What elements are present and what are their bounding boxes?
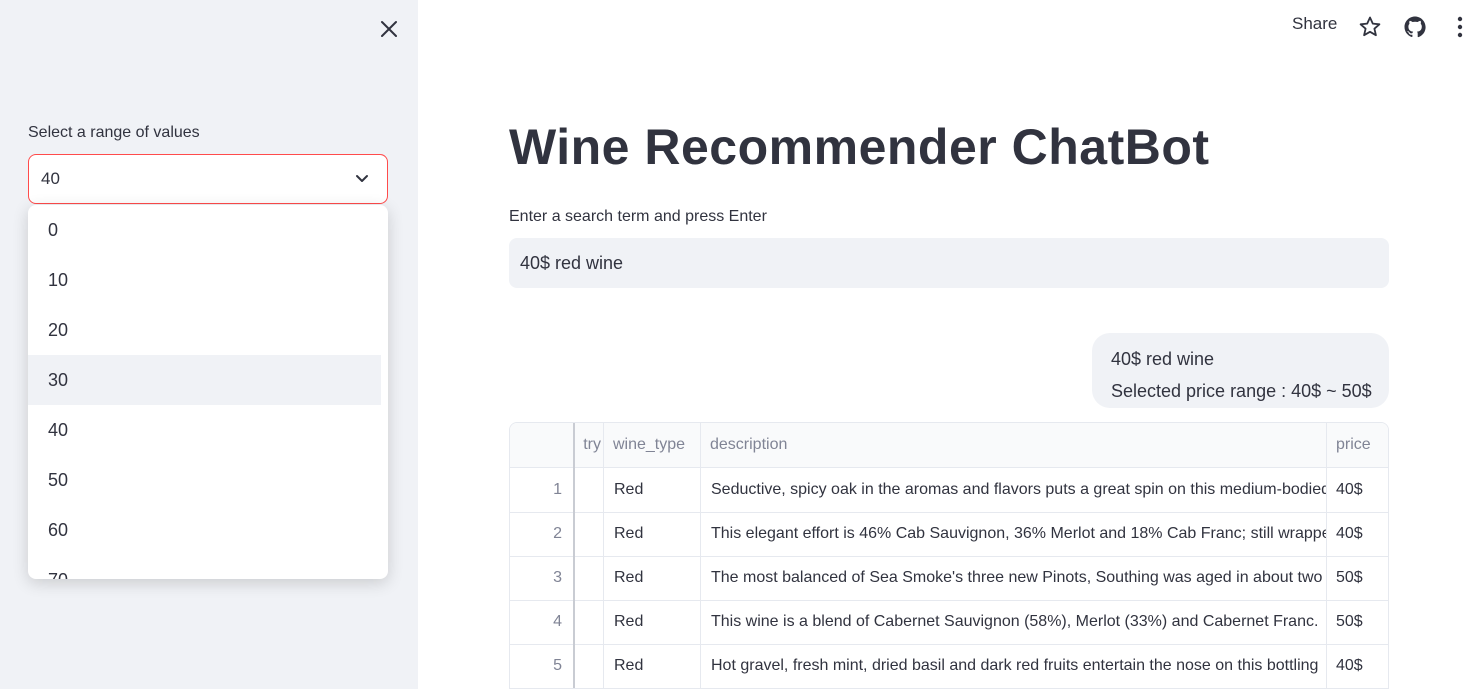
table-cell[interactable]: Red [604,600,701,644]
table-cell[interactable]: Seductive, spicy oak in the aromas and f… [701,468,1327,512]
github-icon[interactable] [1403,15,1427,39]
table-cell[interactable]: 40$ [1327,468,1388,512]
table-cell[interactable]: Red [604,644,701,688]
column-header[interactable]: wine_type [604,423,701,467]
column-header[interactable]: description [701,423,1327,467]
row-index: 5 [510,644,575,688]
table-cell[interactable] [575,468,604,512]
frozen-column-divider [573,423,575,688]
dropdown-option[interactable]: 0 [28,205,381,255]
close-icon [381,21,397,37]
sidebar: Select a range of values 40 0 10 20 30 4… [0,0,418,689]
row-index: 2 [510,512,575,556]
range-select-value: 40 [41,169,60,188]
row-index: 1 [510,468,575,512]
index-header [510,423,575,467]
table-cell[interactable]: The most balanced of Sea Smoke's three n… [701,556,1327,600]
share-button[interactable]: Share [1292,14,1337,34]
chat-message-price-range: Selected price range : 40$ ~ 50$ [1111,381,1372,401]
search-input[interactable] [509,238,1389,288]
table-cell[interactable]: 50$ [1327,556,1388,600]
column-header[interactable]: price [1327,423,1388,467]
dropdown-option-highlighted[interactable]: 30 [28,355,381,405]
table-cell[interactable]: Hot gravel, fresh mint, dried basil and … [701,644,1327,688]
more-vertical-icon[interactable] [1448,15,1466,39]
dropdown-option[interactable]: 50 [28,455,381,505]
table-cell[interactable]: Red [604,468,701,512]
table-header: try wine_type description price [510,423,1388,468]
table-cell[interactable] [575,512,604,556]
row-index: 4 [510,600,575,644]
close-sidebar-button[interactable] [374,14,404,44]
table-cell[interactable]: This wine is a blend of Cabernet Sauvign… [701,600,1327,644]
chat-message-bubble: 40$ red wine Selected price range : 40$ … [1092,333,1389,408]
range-select[interactable]: 40 [28,154,388,204]
table-cell[interactable]: 40$ [1327,644,1388,688]
table-cell[interactable]: 40$ [1327,512,1388,556]
results-table[interactable]: try wine_type description price 1 Red Se… [509,422,1389,689]
table-cell[interactable] [575,600,604,644]
dropdown-option[interactable]: 70 [28,555,381,580]
chevron-down-icon [356,175,368,182]
dropdown-option[interactable]: 60 [28,505,381,555]
dropdown-option[interactable]: 40 [28,405,381,455]
table-cell[interactable]: 50$ [1327,600,1388,644]
table-cell[interactable]: Red [604,556,701,600]
table-cell[interactable] [575,556,604,600]
row-index: 3 [510,556,575,600]
column-header[interactable]: try [575,423,604,467]
dropdown-option[interactable]: 10 [28,255,381,305]
chat-message-query: 40$ red wine [1111,349,1215,369]
dropdown-option[interactable]: 20 [28,305,381,355]
table-cell[interactable]: This elegant effort is 46% Cab Sauvignon… [701,512,1327,556]
range-select-label: Select a range of values [28,124,200,141]
page-title: Wine Recommender ChatBot [509,119,1210,175]
range-dropdown-menu[interactable]: 0 10 20 30 40 50 60 70 [28,205,388,579]
star-icon[interactable] [1358,15,1382,39]
search-input-label: Enter a search term and press Enter [509,208,767,225]
table-cell[interactable] [575,644,604,688]
table-cell[interactable]: Red [604,512,701,556]
